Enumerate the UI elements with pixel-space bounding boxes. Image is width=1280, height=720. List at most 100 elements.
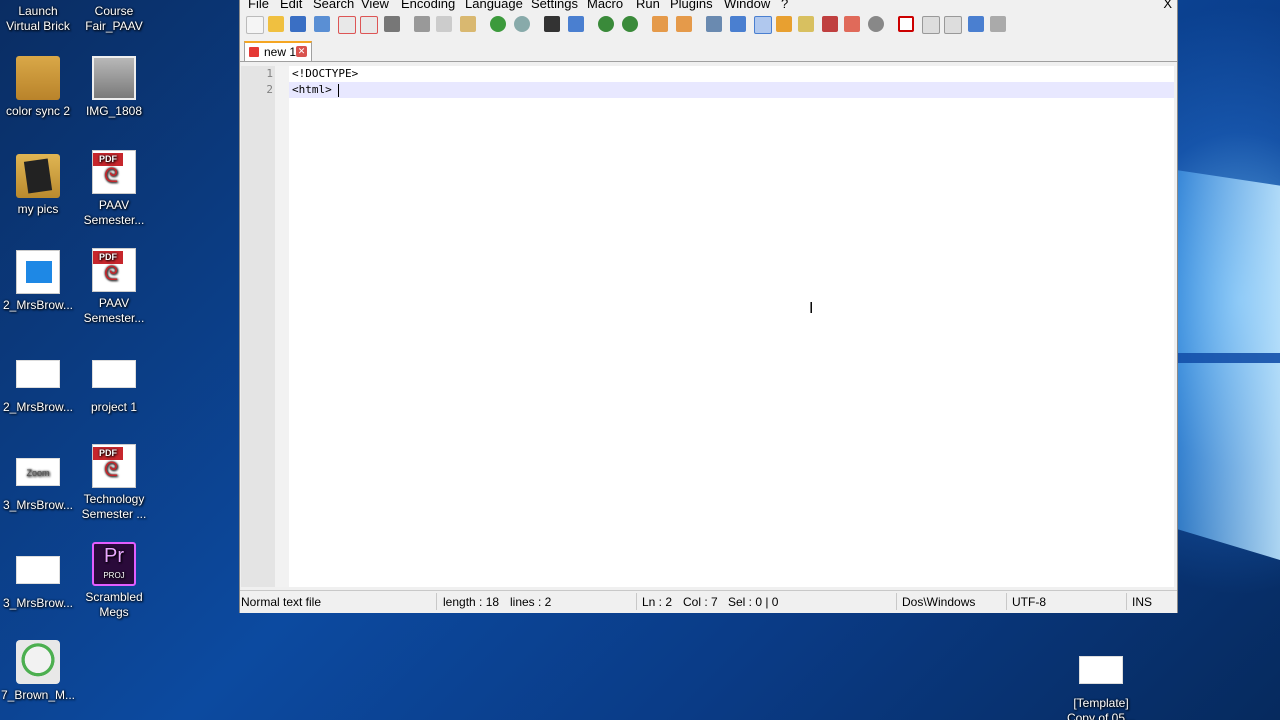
print-icon[interactable] <box>384 16 400 32</box>
status-file-type: Normal text file <box>241 595 322 609</box>
replace-icon[interactable] <box>568 16 584 32</box>
status-bar: Normal text file length : 18 lines : 2 L… <box>240 590 1177 613</box>
menu-plugins[interactable]: Plugins <box>670 0 713 11</box>
find-icon[interactable] <box>544 16 560 32</box>
menu-help[interactable]: ? <box>781 0 788 11</box>
desktop-icon-label: 3_MrsBrow... <box>2 498 74 512</box>
desktop-icon-label: IMG_1808 <box>85 104 143 118</box>
desktop-icon-label: Launch Virtual Brick <box>6 4 70 33</box>
video-thumbnail-icon <box>1079 656 1123 684</box>
acrobat-icon: ᘓ <box>104 165 119 187</box>
desktop-icon-technology-semester[interactable]: PDF ᘓ Technology Semester ... <box>76 444 152 522</box>
menu-window[interactable]: Window <box>724 0 770 11</box>
open-file-icon[interactable] <box>268 16 284 32</box>
indent-guide-icon[interactable] <box>754 16 772 34</box>
monitoring-icon[interactable] <box>868 16 884 32</box>
undo-icon[interactable] <box>490 16 506 32</box>
function-list-icon[interactable] <box>822 16 838 32</box>
zoom-out-icon[interactable] <box>622 16 638 32</box>
desktop-icon-label: 2_MrsBrow... <box>2 298 74 312</box>
desktop-icon-2-mrsbrow-video[interactable]: 2_MrsBrow... <box>0 250 76 313</box>
close-file-icon[interactable] <box>338 16 356 34</box>
show-all-characters-icon[interactable] <box>730 16 746 32</box>
menu-settings[interactable]: Settings <box>531 0 578 11</box>
ibeam-cursor-icon: I <box>809 300 814 317</box>
desktop-icon-label: 7_Brown_M... <box>0 688 76 702</box>
photo-icon <box>92 56 136 100</box>
save-icon[interactable] <box>290 16 306 32</box>
play-macro-icon[interactable] <box>944 16 962 34</box>
desktop-icon-launch-virtual-brick[interactable]: Launch Virtual Brick <box>0 4 76 34</box>
close-all-icon[interactable] <box>360 16 378 34</box>
menu-search[interactable]: Search <box>313 0 354 11</box>
video-thumbnail-icon <box>16 360 60 388</box>
folder-icon <box>16 154 60 198</box>
menu-run[interactable]: Run <box>636 0 660 11</box>
tab-label: new 1 <box>264 45 297 59</box>
status-length: length : 18 <box>443 595 500 609</box>
document-map-icon[interactable] <box>798 16 814 32</box>
desktop-icon-my-pics[interactable]: my pics <box>0 154 76 217</box>
desktop-icon-paav-semester-1[interactable]: PDF ᘓ PAAV Semester... <box>76 150 152 228</box>
folder-workspace-icon[interactable] <box>844 16 860 32</box>
status-eol[interactable]: Dos\Windows <box>902 595 975 609</box>
desktop-icon-color-sync[interactable]: color sync 2 <box>0 56 76 119</box>
status-encoding[interactable]: UTF-8 <box>1012 595 1046 609</box>
user-language-icon[interactable] <box>776 16 792 32</box>
toolbar <box>246 13 1166 37</box>
desktop-icon-7-brown[interactable]: 7_Brown_M... <box>0 640 76 703</box>
sync-vertical-icon[interactable] <box>652 16 668 32</box>
redo-icon[interactable] <box>514 16 530 32</box>
sync-horizontal-icon[interactable] <box>676 16 692 32</box>
menu-macro[interactable]: Macro <box>587 0 623 11</box>
desktop-icon-label: Scrambled Megs <box>85 590 143 619</box>
line-number: 1 <box>266 67 273 80</box>
menu-file[interactable]: File <box>248 0 269 11</box>
status-mode[interactable]: INS <box>1132 595 1152 609</box>
pdf-icon: PDF ᘓ <box>92 248 136 292</box>
editor-area[interactable]: 1 2 <!DOCTYPE> <html> I <box>241 66 1174 587</box>
menu-language[interactable]: Language <box>465 0 523 11</box>
new-file-icon[interactable] <box>246 16 264 34</box>
zoom-in-icon[interactable] <box>598 16 614 32</box>
menu-view[interactable]: View <box>361 0 389 11</box>
tab-close-icon[interactable]: ✕ <box>296 46 307 57</box>
desktop-icon-label: PAAV Semester... <box>83 198 145 227</box>
desktop-icon-label: 2_MrsBrow... <box>2 400 74 414</box>
word-wrap-icon[interactable] <box>706 16 722 32</box>
save-macro-icon[interactable] <box>990 16 1006 32</box>
skull-image-icon <box>16 640 60 684</box>
video-thumbnail-icon <box>92 360 136 388</box>
menu-edit[interactable]: Edit <box>280 0 302 11</box>
desktop-icon-scrambled-megs[interactable]: Pr PROJ Scrambled Megs <box>76 542 152 620</box>
acrobat-icon: ᘓ <box>104 263 119 285</box>
video-file-icon <box>16 250 60 294</box>
desktop-icon-img-1808[interactable]: IMG_1808 <box>76 56 152 119</box>
desktop-icon-3-mrsbrow-zoom[interactable]: Zoom 3_MrsBrow... <box>0 450 76 513</box>
close-button[interactable]: X <box>1163 0 1172 11</box>
desktop-icon-3-mrsbrow-blank[interactable]: 3_MrsBrow... <box>0 548 76 611</box>
save-all-icon[interactable] <box>314 16 330 32</box>
desktop-icon-course-fair[interactable]: Course Fair_PAAV <box>76 4 152 34</box>
cut-icon[interactable] <box>414 16 430 32</box>
menu-encoding[interactable]: Encoding <box>401 0 455 11</box>
tab-new-1[interactable]: new 1 ✕ <box>244 41 312 61</box>
desktop-icon-template-copy[interactable]: [Template] Copy of 05... <box>1063 648 1139 720</box>
stop-macro-icon[interactable] <box>922 16 940 34</box>
run-macro-multiple-icon[interactable] <box>968 16 984 32</box>
text-caret <box>338 84 339 97</box>
desktop-icon-label: Technology Semester ... <box>81 492 147 521</box>
desktop-icon-project-1[interactable]: project 1 <box>76 352 152 415</box>
record-macro-icon[interactable] <box>898 16 914 32</box>
paste-icon[interactable] <box>460 16 476 32</box>
copy-icon[interactable] <box>436 16 452 32</box>
code-line-1: <!DOCTYPE> <box>292 67 359 80</box>
fold-margin[interactable] <box>275 66 289 587</box>
desktop-icon-2-mrsbrow-blank[interactable]: 2_MrsBrow... <box>0 352 76 415</box>
menu-bar: File Edit Search View Encoding Language … <box>240 0 1177 13</box>
status-lines: lines : 2 <box>510 595 552 609</box>
desktop-icon-paav-semester-2[interactable]: PDF ᘓ PAAV Semester... <box>76 248 152 326</box>
code-line-2: <html> <box>292 83 332 96</box>
desktop-icon-label: Course Fair_PAAV <box>85 4 143 33</box>
tab-bar: new 1 ✕ <box>240 37 1177 62</box>
